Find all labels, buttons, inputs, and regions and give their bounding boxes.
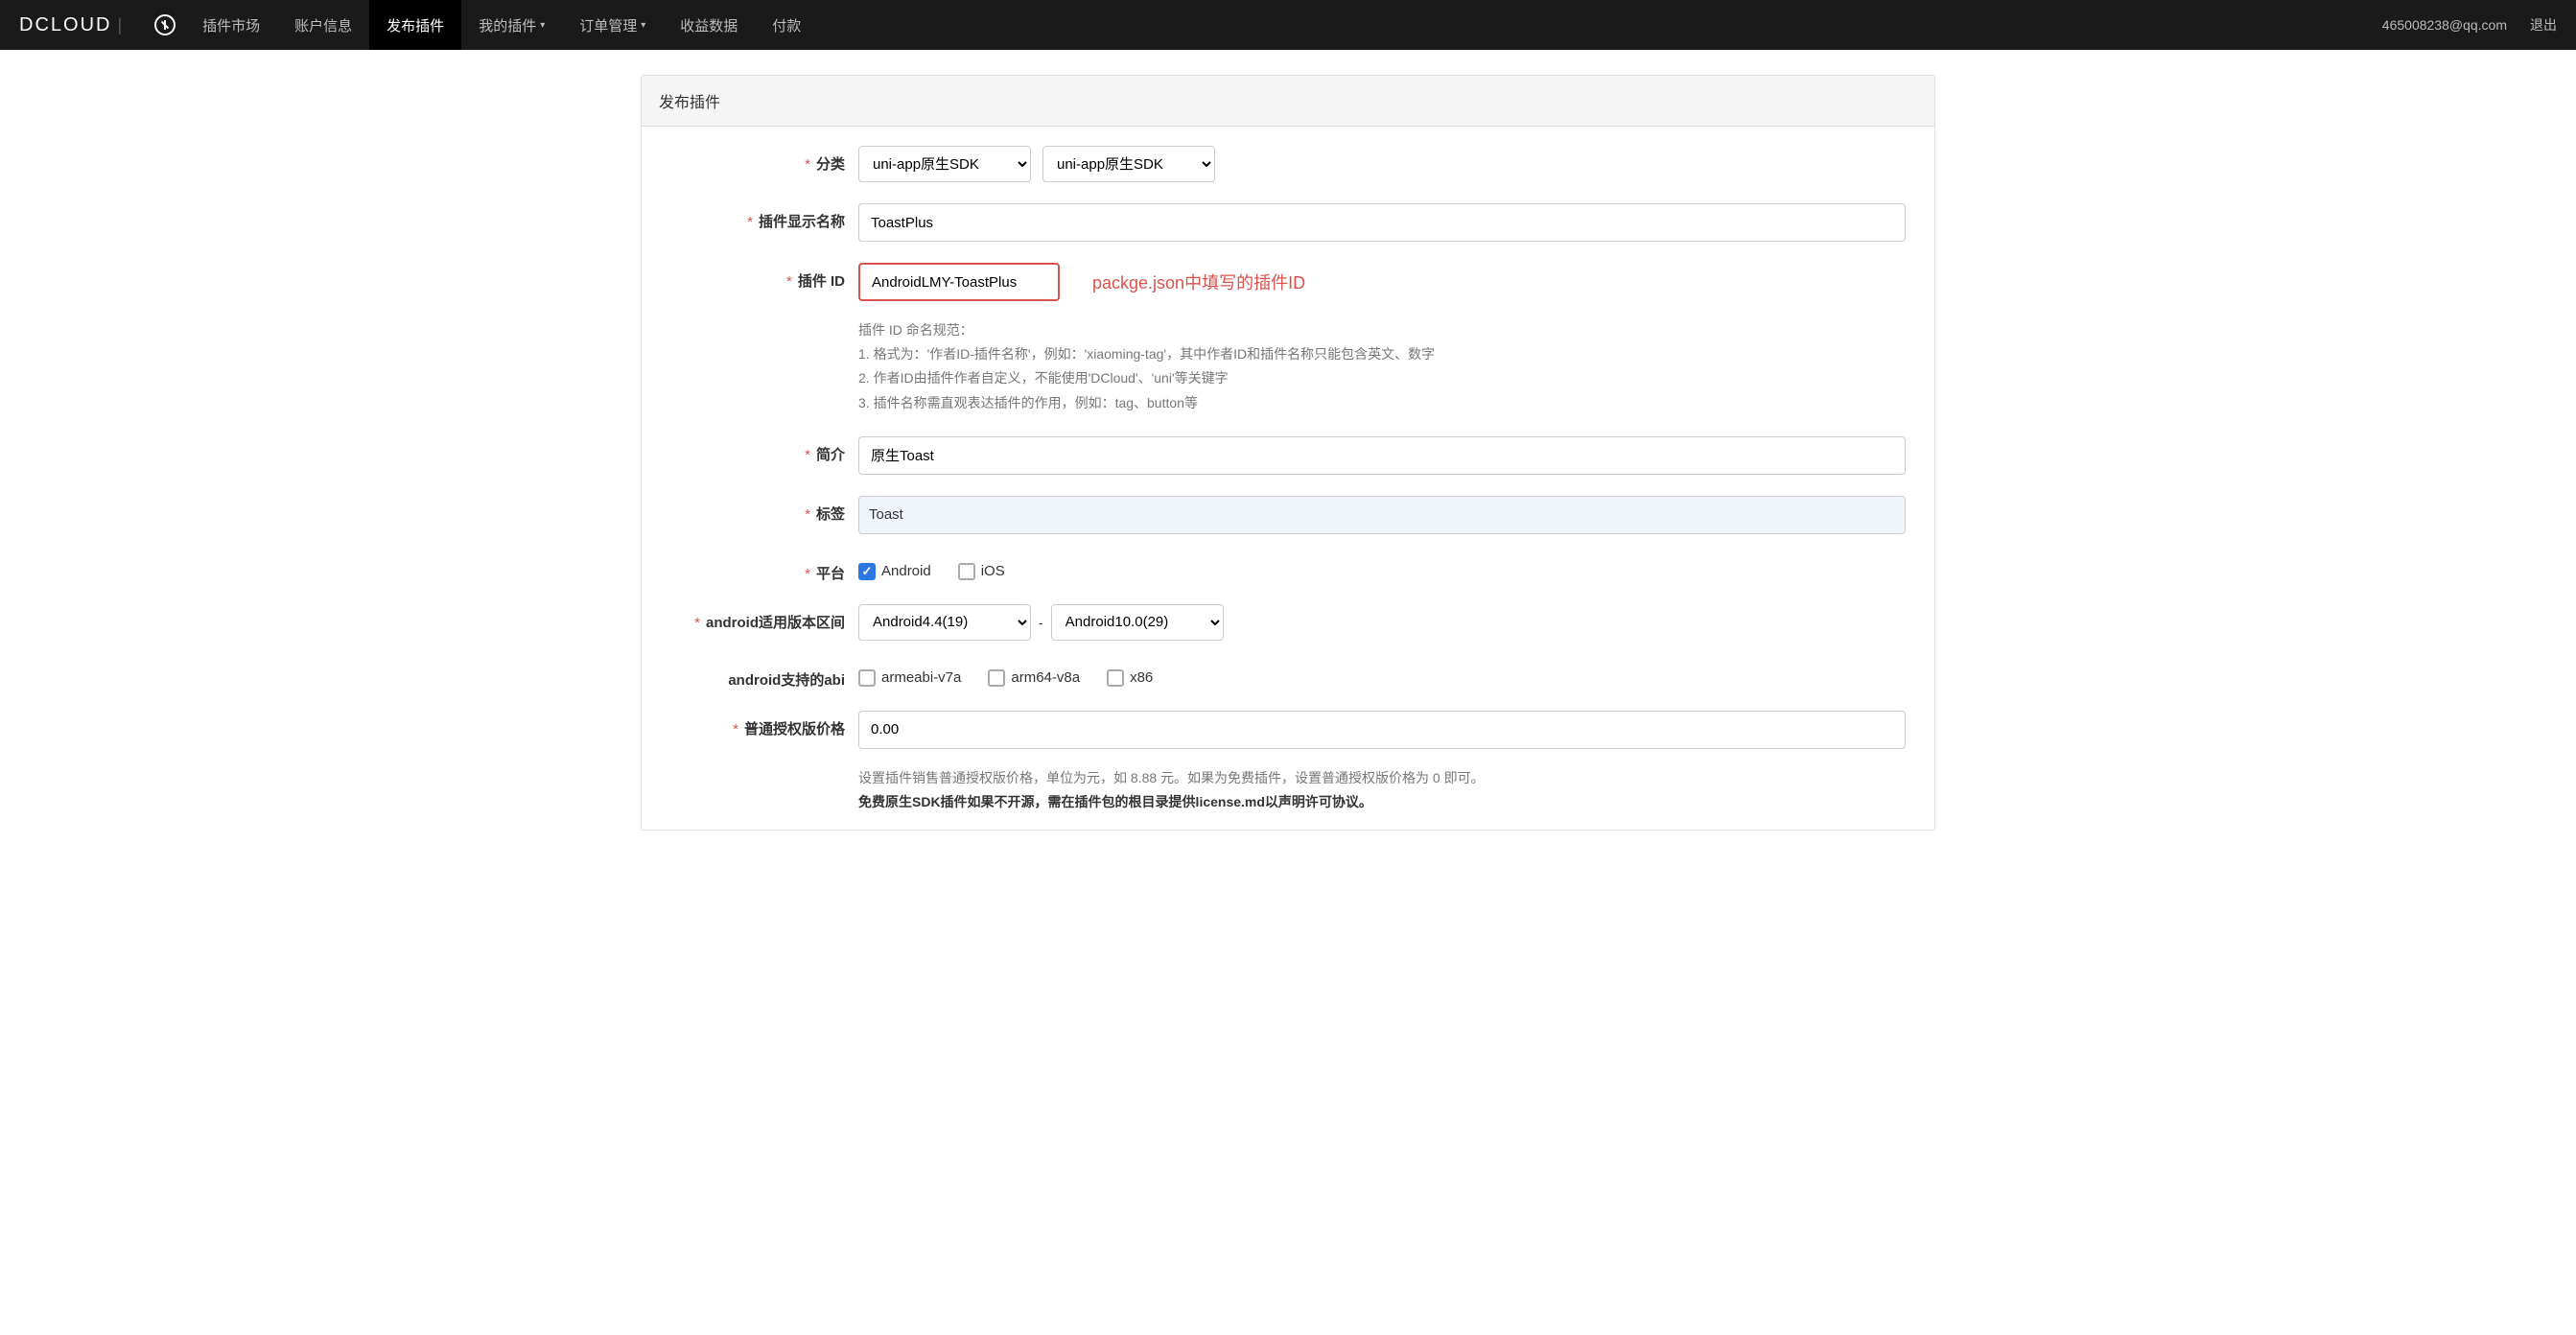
dcloud-logo[interactable]: DCLOUD | <box>19 14 137 36</box>
navbar-left: DCLOUD | 插件市场 账户信息 发布插件 我的插件 ▾ 订单管理 ▾ 收益数据… <box>19 0 818 50</box>
label-price: *普通授权版价格 <box>670 711 858 738</box>
category-select-secondary[interactable]: uni-app原生SDK <box>1042 146 1215 182</box>
nav-label: 订单管理 <box>579 15 637 35</box>
nav-label: 付款 <box>772 15 801 35</box>
market-icon <box>154 14 176 35</box>
checkbox-icon <box>858 563 876 580</box>
nav-revenue[interactable]: 收益数据 <box>663 0 755 50</box>
label-display-name: *插件显示名称 <box>670 203 858 231</box>
check-label: iOS <box>981 563 1005 579</box>
row-price: *普通授权版价格 <box>670 711 1906 749</box>
row-abi: android支持的abi armeabi-v7a arm64-v8a x86 <box>670 662 1906 690</box>
nav-payment[interactable]: 付款 <box>755 0 818 50</box>
check-label: Android <box>881 563 931 579</box>
checkbox-icon <box>958 563 975 580</box>
android-version-to-select[interactable]: Android10.0(29) <box>1051 604 1224 641</box>
row-display-name: *插件显示名称 <box>670 203 1906 242</box>
plugin-id-hint: 插件 ID 命名规范： 1. 格式为：'作者ID-插件名称'，例如：'xiaom… <box>858 318 1906 415</box>
check-label: x86 <box>1130 669 1153 686</box>
logo-text: DCLOUD <box>19 14 111 36</box>
checkbox-icon <box>858 669 876 687</box>
panel-title: 发布插件 <box>642 76 1934 127</box>
publish-panel: 发布插件 *分类 uni-app原生SDK uni-app原生SDK *插件显示… <box>641 75 1935 831</box>
abi-arm64-v8a-checkbox[interactable]: arm64-v8a <box>988 669 1080 687</box>
row-platform: *平台 Android iOS <box>670 555 1906 583</box>
hint-line: 设置插件销售普通授权版价格，单位为元，如 8.88 元。如果为免费插件，设置普通… <box>858 766 1906 790</box>
android-version-from-select[interactable]: Android4.4(19) <box>858 604 1031 641</box>
row-plugin-id: *插件 ID packge.json中填写的插件ID <box>670 263 1906 301</box>
nav-my-plugins[interactable]: 我的插件 ▾ <box>461 0 562 50</box>
nav-label: 收益数据 <box>680 15 738 35</box>
nav-orders[interactable]: 订单管理 ▾ <box>562 0 663 50</box>
row-tags: *标签 Toast <box>670 496 1906 534</box>
category-select-primary[interactable]: uni-app原生SDK <box>858 146 1031 182</box>
checkbox-icon <box>988 669 1005 687</box>
chevron-down-icon: ▾ <box>540 20 545 31</box>
user-email[interactable]: 465008238@qq.com <box>2382 17 2507 33</box>
nav-label: 我的插件 <box>479 15 536 35</box>
check-label: arm64-v8a <box>1011 669 1080 686</box>
platform-android-checkbox[interactable]: Android <box>858 563 931 580</box>
check-label: armeabi-v7a <box>881 669 961 686</box>
page-container: 发布插件 *分类 uni-app原生SDK uni-app原生SDK *插件显示… <box>631 75 1945 831</box>
label-android-version: *android适用版本区间 <box>670 604 858 632</box>
label-intro: *简介 <box>670 436 858 464</box>
plugin-id-annotation: packge.json中填写的插件ID <box>1092 269 1305 294</box>
abi-armeabi-v7a-checkbox[interactable]: armeabi-v7a <box>858 669 961 687</box>
hint-title: 插件 ID 命名规范： <box>858 318 1906 342</box>
nav-label: 插件市场 <box>202 15 260 35</box>
nav-label: 发布插件 <box>386 15 444 35</box>
label-platform: *平台 <box>670 555 858 583</box>
row-category: *分类 uni-app原生SDK uni-app原生SDK <box>670 146 1906 182</box>
row-plugin-id-hint: 插件 ID 命名规范： 1. 格式为：'作者ID-插件名称'，例如：'xiaom… <box>670 322 1906 415</box>
platform-ios-checkbox[interactable]: iOS <box>958 563 1005 580</box>
hint-line: 2. 作者ID由插件作者自定义，不能使用'DCloud'、'uni'等关键字 <box>858 366 1906 390</box>
hint-line: 免费原生SDK插件如果不开源，需在插件包的根目录提供license.md以声明许… <box>858 790 1906 814</box>
row-android-version: *android适用版本区间 Android4.4(19) - Android1… <box>670 604 1906 641</box>
nav-account-info[interactable]: 账户信息 <box>277 0 369 50</box>
abi-x86-checkbox[interactable]: x86 <box>1107 669 1153 687</box>
tag-value: Toast <box>869 506 903 523</box>
label-abi: android支持的abi <box>670 662 858 690</box>
checkbox-icon <box>1107 669 1124 687</box>
price-input[interactable] <box>858 711 1906 749</box>
intro-input[interactable] <box>858 436 1906 475</box>
row-price-hint: 设置插件销售普通授权版价格，单位为元，如 8.88 元。如果为免费插件，设置普通… <box>670 770 1906 814</box>
logout-link[interactable]: 退出 <box>2530 15 2557 35</box>
hint-line: 3. 插件名称需直观表达插件的作用，例如：tag、button等 <box>858 391 1906 415</box>
price-hint: 设置插件销售普通授权版价格，单位为元，如 8.88 元。如果为免费插件，设置普通… <box>858 766 1906 814</box>
nav-publish-plugin[interactable]: 发布插件 <box>369 0 461 50</box>
chevron-down-icon: ▾ <box>641 20 645 31</box>
nav-label: 账户信息 <box>294 15 352 35</box>
label-tags: *标签 <box>670 496 858 524</box>
tags-input[interactable]: Toast <box>858 496 1906 534</box>
label-plugin-id: *插件 ID <box>670 263 858 291</box>
label-category: *分类 <box>670 146 858 174</box>
hint-line: 1. 格式为：'作者ID-插件名称'，例如：'xiaoming-tag'，其中作… <box>858 342 1906 366</box>
display-name-input[interactable] <box>858 203 1906 242</box>
nav-plugin-market[interactable]: 插件市场 <box>185 0 277 50</box>
plugin-id-input[interactable] <box>858 263 1060 301</box>
navbar-right: 465008238@qq.com 退出 <box>2382 15 2557 35</box>
publish-form: *分类 uni-app原生SDK uni-app原生SDK *插件显示名称 *插… <box>642 127 1934 830</box>
row-intro: *简介 <box>670 436 1906 475</box>
top-navbar: DCLOUD | 插件市场 账户信息 发布插件 我的插件 ▾ 订单管理 ▾ 收益数据… <box>0 0 2576 50</box>
logo-separator: | <box>117 15 124 35</box>
range-separator: - <box>1039 615 1043 630</box>
